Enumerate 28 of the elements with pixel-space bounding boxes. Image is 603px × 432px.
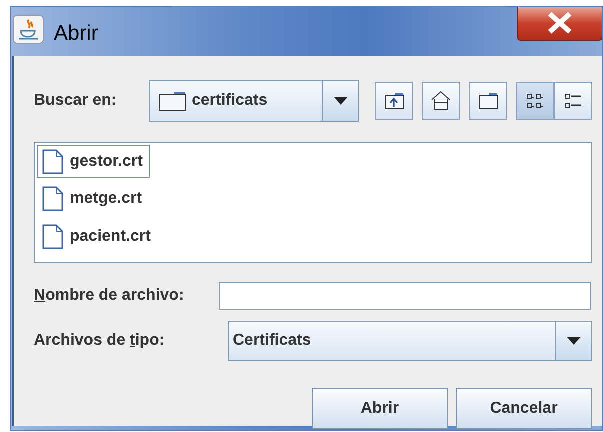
dialog-button[interactable]: Cancelar	[456, 388, 592, 429]
window-title: Abrir	[54, 21, 98, 47]
file-item[interactable]: pacient.crt	[37, 220, 158, 253]
file-name-field[interactable]	[219, 282, 591, 310]
field-label: Archivos de tipo:	[34, 331, 166, 351]
close-button[interactable]	[517, 7, 602, 41]
field-label: Nombre de archivo:	[34, 286, 186, 306]
file-type-dropdown[interactable]: Certificats	[228, 321, 592, 361]
file-item[interactable]: gestor.crt	[37, 145, 150, 178]
file-icon	[42, 224, 64, 250]
toolbar-button[interactable]	[554, 82, 592, 120]
caret-icon	[334, 97, 348, 105]
folder-dropdown[interactable]: certificats	[149, 80, 359, 122]
dropdown-value: certificats	[192, 91, 269, 111]
file-item[interactable]: metge.crt	[37, 182, 150, 216]
toolbar-button[interactable]	[516, 82, 554, 120]
house-icon	[430, 90, 452, 112]
field-label: Buscar en:	[34, 91, 118, 111]
file-icon	[42, 148, 64, 174]
caret-icon	[566, 337, 580, 345]
file-icon	[42, 186, 64, 212]
dropdown-value: Certificats	[233, 331, 312, 351]
toolbar-button[interactable]	[375, 82, 413, 120]
toolbar-button[interactable]	[422, 82, 460, 120]
java-icon	[13, 15, 44, 44]
dialog-button[interactable]: Abrir	[312, 388, 448, 429]
folder-icon	[158, 90, 188, 112]
toolbar-button[interactable]	[469, 82, 507, 120]
